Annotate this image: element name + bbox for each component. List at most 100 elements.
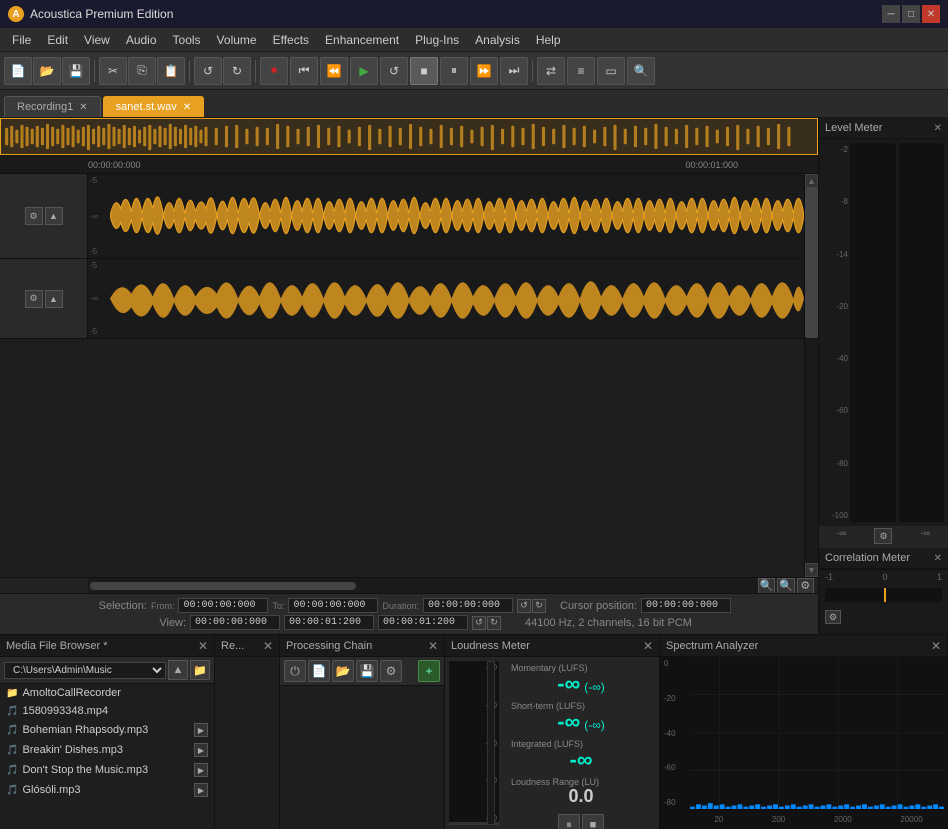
pc-power-btn[interactable]: ⏻ (284, 660, 306, 682)
stop-button[interactable]: ■ (410, 57, 438, 85)
open-button[interactable]: 📂 (33, 57, 61, 85)
zoom-out-btn[interactable]: 🔍 (777, 578, 794, 594)
corr-settings-btn[interactable]: ⚙ (825, 610, 841, 624)
select-tool[interactable]: ▭ (597, 57, 625, 85)
hscroll-thumb[interactable] (90, 582, 356, 590)
redo-button[interactable]: ↻ (223, 57, 251, 85)
view-to-input[interactable] (284, 615, 374, 630)
view-duration-input[interactable] (378, 615, 468, 630)
vertical-scrollbar[interactable]: ▲ ▼ (804, 174, 818, 577)
vscroll-thumb[interactable] (805, 188, 818, 563)
play-button[interactable]: ▶ (350, 57, 378, 85)
meter-settings-btn[interactable]: ⚙ (874, 528, 892, 544)
list-item[interactable]: 🎵 Bohemian Rhapsody.mp3 ▶ (0, 720, 214, 740)
new-button[interactable]: 📄 (4, 57, 32, 85)
next-button[interactable]: ⏩ (470, 57, 498, 85)
shortterm-value: -∞ (557, 711, 580, 733)
horizontal-scrollbar[interactable] (88, 578, 758, 593)
pc-settings-btn[interactable]: ⚙ (380, 660, 402, 682)
pc-add-btn[interactable]: + (418, 660, 440, 682)
prev-button[interactable]: ⏪ (320, 57, 348, 85)
close-button[interactable]: ✕ (922, 5, 940, 23)
play-preview-btn[interactable]: ▶ (194, 783, 208, 797)
view-rewind-btn[interactable]: ↺ (472, 616, 486, 630)
list-item[interactable]: 🎵 Don't Stop the Music.mp3 ▶ (0, 760, 214, 780)
menu-help[interactable]: Help (528, 31, 569, 49)
zoom-tool[interactable]: 🔍 (627, 57, 655, 85)
loudness-title: Loudness Meter (451, 640, 530, 652)
proc-chain-close[interactable]: ✕ (428, 639, 438, 653)
minimize-button[interactable]: ─ (882, 5, 900, 23)
track-1-waveform[interactable]: -5 -∞ -5 // Generated via CSS tricks bel… (88, 174, 804, 258)
list-item[interactable]: 🎵 Breakin' Dishes.mp3 ▶ (0, 740, 214, 760)
file-browser-close[interactable]: ✕ (198, 639, 208, 653)
tab-recording1-close[interactable]: ✕ (79, 102, 87, 113)
loudness-pause-btn[interactable]: ⏸ (558, 814, 580, 829)
fit-btn[interactable]: ⚙ (797, 578, 814, 594)
view-from-input[interactable] (190, 615, 280, 630)
track-2-arrow-icon[interactable]: ▲ (45, 290, 63, 308)
track-1-settings-icon[interactable]: ⚙ (25, 207, 43, 225)
loop-toggle[interactable]: ⇄ (537, 57, 565, 85)
play-preview-btn[interactable]: ▶ (194, 723, 208, 737)
paste-button[interactable]: 📋 (157, 57, 185, 85)
play-preview-btn[interactable]: ▶ (194, 743, 208, 757)
menu-view[interactable]: View (76, 31, 118, 49)
pc-open-btn[interactable]: 📂 (332, 660, 354, 682)
track-2-waveform[interactable]: -5 -∞ -5 (88, 259, 804, 338)
copy-button[interactable]: ⎘ (128, 57, 156, 85)
menu-analysis[interactable]: Analysis (467, 31, 528, 49)
loudness-stop-btn[interactable]: ■ (582, 814, 604, 829)
view-forward-btn[interactable]: ↻ (487, 616, 501, 630)
goto-start-button[interactable]: ⏮ (290, 57, 318, 85)
timeline-ruler[interactable]: 00:00:00:000 00:00:01:000 (0, 156, 818, 174)
zoom-in-btn[interactable]: 🔍 (758, 578, 775, 594)
cursor-input[interactable] (641, 598, 731, 613)
menu-audio[interactable]: Audio (118, 31, 165, 49)
spectrum-close[interactable]: ✕ (931, 639, 941, 653)
pc-new-btn[interactable]: 📄 (308, 660, 330, 682)
menu-effects[interactable]: Effects (265, 31, 317, 49)
vscroll-down-btn[interactable]: ▼ (805, 563, 818, 577)
recorder-close[interactable]: ✕ (263, 639, 273, 653)
overview-waveform[interactable] (0, 118, 818, 156)
pause-button[interactable]: ⏸ (440, 57, 468, 85)
nav-up-btn[interactable]: ▲ (168, 660, 188, 680)
list-item[interactable]: 🎵 Glósóli.mp3 ▶ (0, 780, 214, 800)
tab-sanet[interactable]: sanet.st.wav ✕ (103, 96, 205, 117)
maximize-button[interactable]: □ (902, 5, 920, 23)
loop-button[interactable]: ↺ (380, 57, 408, 85)
level-meter-close[interactable]: ✕ (934, 123, 942, 134)
record-button[interactable]: ⏺ (260, 57, 288, 85)
vscroll-up-btn[interactable]: ▲ (805, 174, 818, 188)
selection-duration-input[interactable] (423, 598, 513, 613)
loudness-close[interactable]: ✕ (643, 639, 653, 653)
goto-end-button[interactable]: ⏭ (500, 57, 528, 85)
selection-to-input[interactable] (288, 598, 378, 613)
track-2-settings-icon[interactable]: ⚙ (25, 290, 43, 308)
correlation-meter-close[interactable]: ✕ (934, 553, 942, 564)
sel-rewind-btn[interactable]: ↺ (517, 599, 531, 613)
track-view-btn[interactable]: ≡ (567, 57, 595, 85)
nav-folder-btn[interactable]: 📁 (190, 660, 210, 680)
menu-volume[interactable]: Volume (209, 31, 265, 49)
save-button[interactable]: 💾 (62, 57, 90, 85)
pc-save-btn[interactable]: 💾 (356, 660, 378, 682)
list-item[interactable]: 📁 AmoltoCallRecorder (0, 684, 214, 702)
meter-bottom-labels: -∞ ⚙ -∞ (819, 526, 948, 548)
tab-sanet-close[interactable]: ✕ (183, 102, 191, 113)
tab-recording1[interactable]: Recording1 ✕ (4, 96, 101, 117)
track-1-arrow-icon[interactable]: ▲ (45, 207, 63, 225)
menu-file[interactable]: File (4, 31, 39, 49)
list-item[interactable]: 🎵 1580993348.mp4 (0, 702, 214, 720)
menu-tools[interactable]: Tools (165, 31, 209, 49)
selection-from-input[interactable] (178, 598, 268, 613)
menu-plugins[interactable]: Plug-Ins (407, 31, 467, 49)
menu-edit[interactable]: Edit (39, 31, 76, 49)
sel-forward-btn[interactable]: ↻ (532, 599, 546, 613)
play-preview-btn[interactable]: ▶ (194, 763, 208, 777)
menu-enhancement[interactable]: Enhancement (317, 31, 407, 49)
undo-button[interactable]: ↺ (194, 57, 222, 85)
cut-button[interactable]: ✂ (99, 57, 127, 85)
path-selector[interactable]: C:\Users\Admin\Music (4, 662, 166, 679)
